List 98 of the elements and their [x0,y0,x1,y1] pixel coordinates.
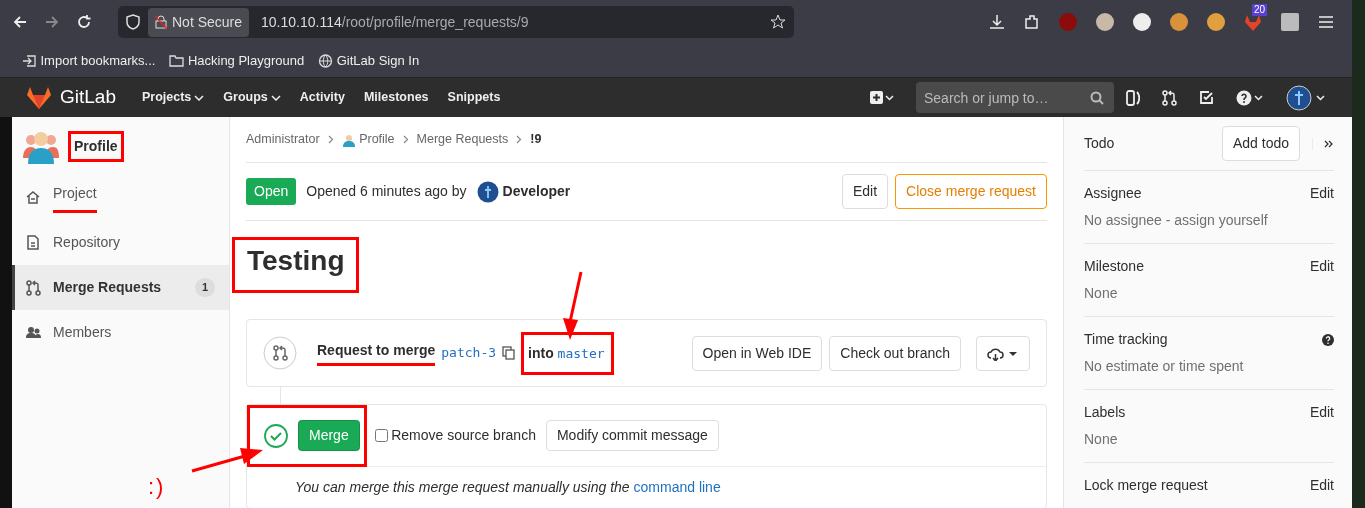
fox-extension-icon[interactable] [1244,13,1262,32]
author-link[interactable]: Developer [502,181,571,202]
edit-link[interactable]: Edit [1309,402,1334,423]
home-icon [26,189,41,206]
new-item-icon[interactable] [870,90,894,105]
todo-label: Todo [1084,134,1115,153]
merge-request-icon [263,336,297,370]
import-icon [22,52,37,69]
nav-menu-item[interactable]: Groups [223,88,281,107]
nav-menu-item[interactable]: Activity [299,88,345,107]
extension-icon[interactable] [1207,13,1225,31]
bookmark-link[interactable]: Hacking Playground [169,50,305,71]
section-label: Time tracking [1084,330,1168,349]
sidebar-title: Profile [68,130,124,162]
branch-link[interactable]: master [557,345,605,361]
sidebar-nav-item[interactable]: Repository [12,220,229,265]
section-label: Labels [1084,403,1126,422]
edit-link[interactable]: Edit [1309,183,1334,204]
extension-icon[interactable] [1096,13,1114,31]
chevron-icon [516,135,523,144]
section-value: None [1084,430,1119,449]
help-icon[interactable] [1322,333,1334,346]
section-value: No estimate or time spent [1084,357,1245,376]
breadcrumb-link[interactable]: Profile [341,130,395,149]
add-todo-button[interactable]: Add todo [1221,126,1300,161]
sidebar-nav-item[interactable]: Merge Requests 1 [12,265,229,310]
into-text: into [528,344,554,361]
group-avatar-icon [341,132,356,147]
branch-link[interactable]: patch-3 [441,343,497,363]
bookmark-link[interactable]: GitLab Sign In [318,50,420,71]
merge-label: Request to merge [317,340,436,366]
extension-icon[interactable] [1170,13,1188,31]
shield-icon [126,14,140,30]
url-text: 10.10.10.114/root/profile/merge_requests/9 [261,12,529,32]
annotation-note: :) [148,473,166,501]
copy-icon[interactable] [502,346,516,360]
nav-menu-item[interactable]: Snippets [447,88,501,107]
edit-button[interactable]: Edit [841,174,889,209]
bookmark-link[interactable]: Import bookmarks... [22,50,156,71]
section-label: Assignee [1084,184,1142,203]
breadcrumb-link[interactable]: Administrator [246,130,320,149]
chevron-icon [402,135,409,144]
people-icon [26,324,41,341]
document-icon [26,234,41,251]
nav-menu-item[interactable]: Milestones [363,88,429,107]
search-field[interactable]: Search or jump to… [916,82,1114,113]
caret-icon [270,94,281,101]
action-button[interactable]: Check out branch [829,335,961,371]
edit-link[interactable]: Edit [1309,475,1334,496]
section-label: Milestone [1084,257,1144,276]
remove-branch-checkbox[interactable] [374,429,388,442]
address-bar[interactable]: Not Secure 10.10.10.114/root/profile/merge_requests/9 [118,6,794,38]
section-value: No assignee - assign yourself [1084,211,1269,230]
check-circle-icon [264,423,288,448]
section-value: None [1084,284,1119,303]
download-icon[interactable] [989,14,1005,30]
sidebar-nav-item[interactable]: Members [12,310,229,355]
count-badge: 1 [194,278,215,297]
security-label: Not Secure [172,12,243,32]
action-button[interactable]: Open in Web IDE [691,335,823,371]
folder-icon [169,52,185,69]
chevron-icon [327,135,334,144]
command-line-link[interactable]: command line [633,479,721,495]
menu-icon[interactable] [1318,15,1334,29]
cloud-download-icon [987,346,1019,361]
forward-icon[interactable] [44,14,60,30]
help-icon[interactable] [1236,89,1264,106]
globe-icon [318,52,334,69]
puzzle-icon[interactable] [1024,14,1040,30]
back-icon[interactable] [12,14,28,30]
modify-commit-button[interactable]: Modify commit message [545,420,719,451]
opened-text: Opened 6 minutes ago by [306,182,467,201]
sidebar-nav-item[interactable]: Project [12,175,229,220]
merge-request-icon [26,279,41,296]
user-avatar-icon[interactable] [1286,84,1326,111]
lock-icon [155,15,167,29]
checkbox-label[interactable]: Remove source branch [391,425,536,446]
bookmark-star-icon[interactable] [770,14,786,30]
nav-menu-item[interactable]: Projects [142,88,205,107]
page-title: Testing [232,237,360,293]
status-badge: Open [246,178,297,205]
edit-link[interactable]: Edit [1309,256,1334,277]
fox-logo-icon [26,85,52,110]
todo-check-icon[interactable] [1199,90,1214,105]
user-avatar-icon [476,180,499,203]
extension-icon[interactable] [1133,13,1151,31]
breadcrumb-link[interactable]: !9 [530,130,542,149]
merge-request-icon[interactable] [1162,89,1177,106]
reload-icon[interactable] [76,14,92,30]
caret-icon [194,94,205,101]
download-dropdown-button[interactable] [976,335,1030,371]
extension-badge: 20 [1252,3,1268,16]
sidebar-toggle-icon[interactable] [1126,89,1140,106]
breadcrumb-link[interactable]: Merge Requests [416,130,509,149]
brand-name: GitLab [60,85,116,110]
collapse-icon[interactable] [1312,137,1334,150]
merge-help-text: You can merge this merge request manually using the command line [294,478,722,497]
section-label: Lock merge request [1084,476,1208,495]
